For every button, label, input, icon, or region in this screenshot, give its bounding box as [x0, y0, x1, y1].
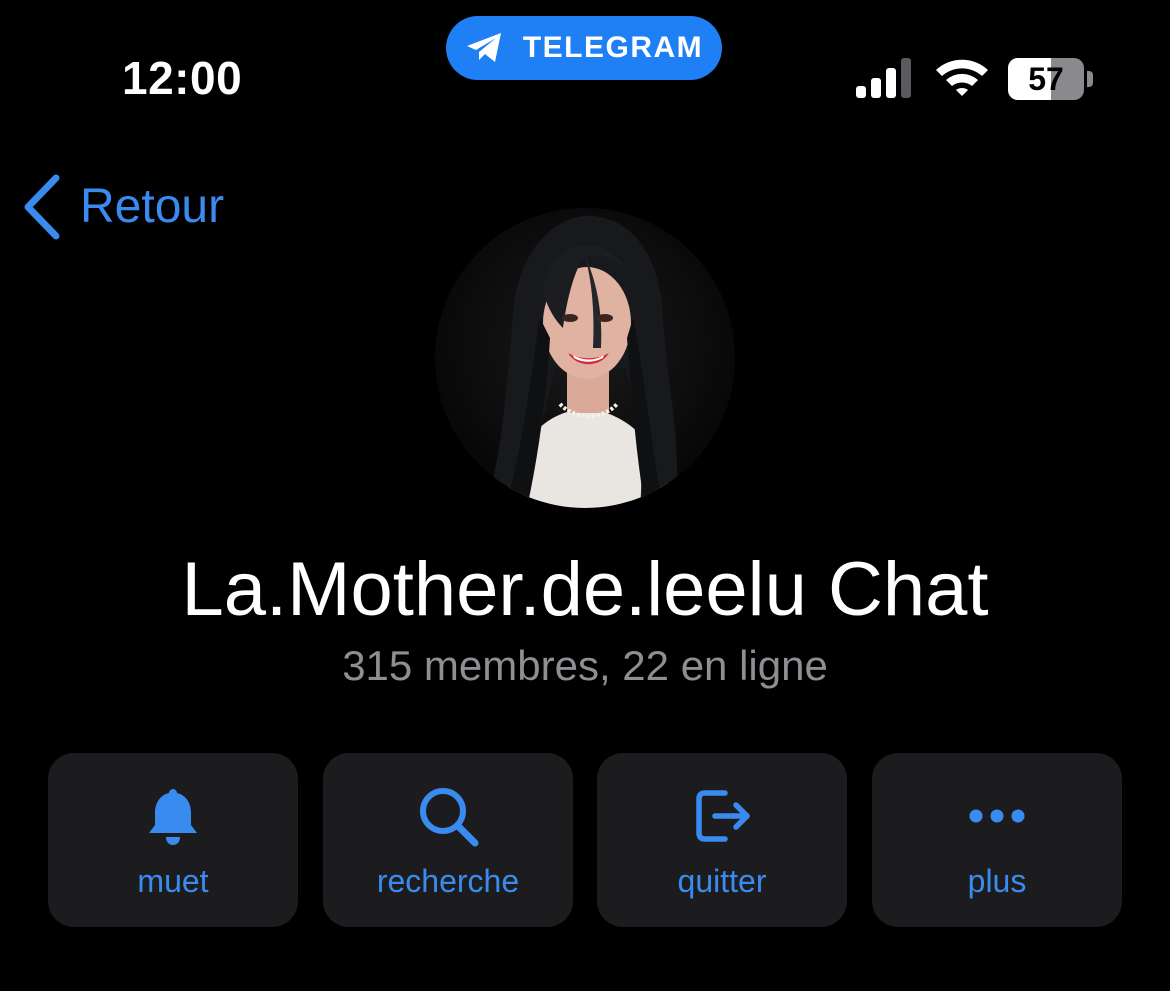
mute-label: muet: [137, 863, 209, 899]
leave-icon: [696, 790, 750, 842]
group-info-screen: 12:00 TELEGRAM 57 Retour La.Mother.de.le…: [0, 0, 1170, 991]
search-button[interactable]: recherche: [323, 753, 573, 927]
more-icon: [969, 809, 1025, 823]
status-time: 12:00: [122, 52, 243, 104]
telegram-app-label: TELEGRAM: [522, 31, 704, 64]
battery-tip: [1087, 71, 1093, 87]
avatar-photo: [435, 208, 735, 508]
telegram-plane-icon: [466, 33, 501, 62]
group-avatar[interactable]: [435, 208, 735, 508]
telegram-app-pill[interactable]: TELEGRAM: [446, 16, 722, 80]
battery-indicator: 57: [1008, 58, 1094, 100]
group-members-status: 315 membres, 22 en ligne: [342, 642, 828, 689]
leave-button[interactable]: quitter: [597, 753, 847, 927]
more-button[interactable]: plus: [872, 753, 1122, 927]
back-label: Retour: [80, 180, 225, 233]
leave-label: quitter: [677, 863, 767, 899]
group-title: La.Mother.de.leelu Chat: [181, 547, 989, 632]
bell-icon: [149, 789, 197, 845]
search-label: recherche: [376, 863, 520, 899]
search-icon: [420, 788, 479, 847]
more-label: plus: [967, 863, 1027, 899]
chevron-left-icon: [24, 174, 60, 240]
wifi-icon: [936, 59, 988, 96]
mute-button[interactable]: muet: [48, 753, 298, 927]
back-button[interactable]: Retour: [20, 172, 224, 242]
cellular-signal-icon: [856, 58, 911, 98]
action-bar: muet recherche quitter plus: [48, 753, 1122, 927]
battery-level: 57: [1028, 60, 1064, 97]
